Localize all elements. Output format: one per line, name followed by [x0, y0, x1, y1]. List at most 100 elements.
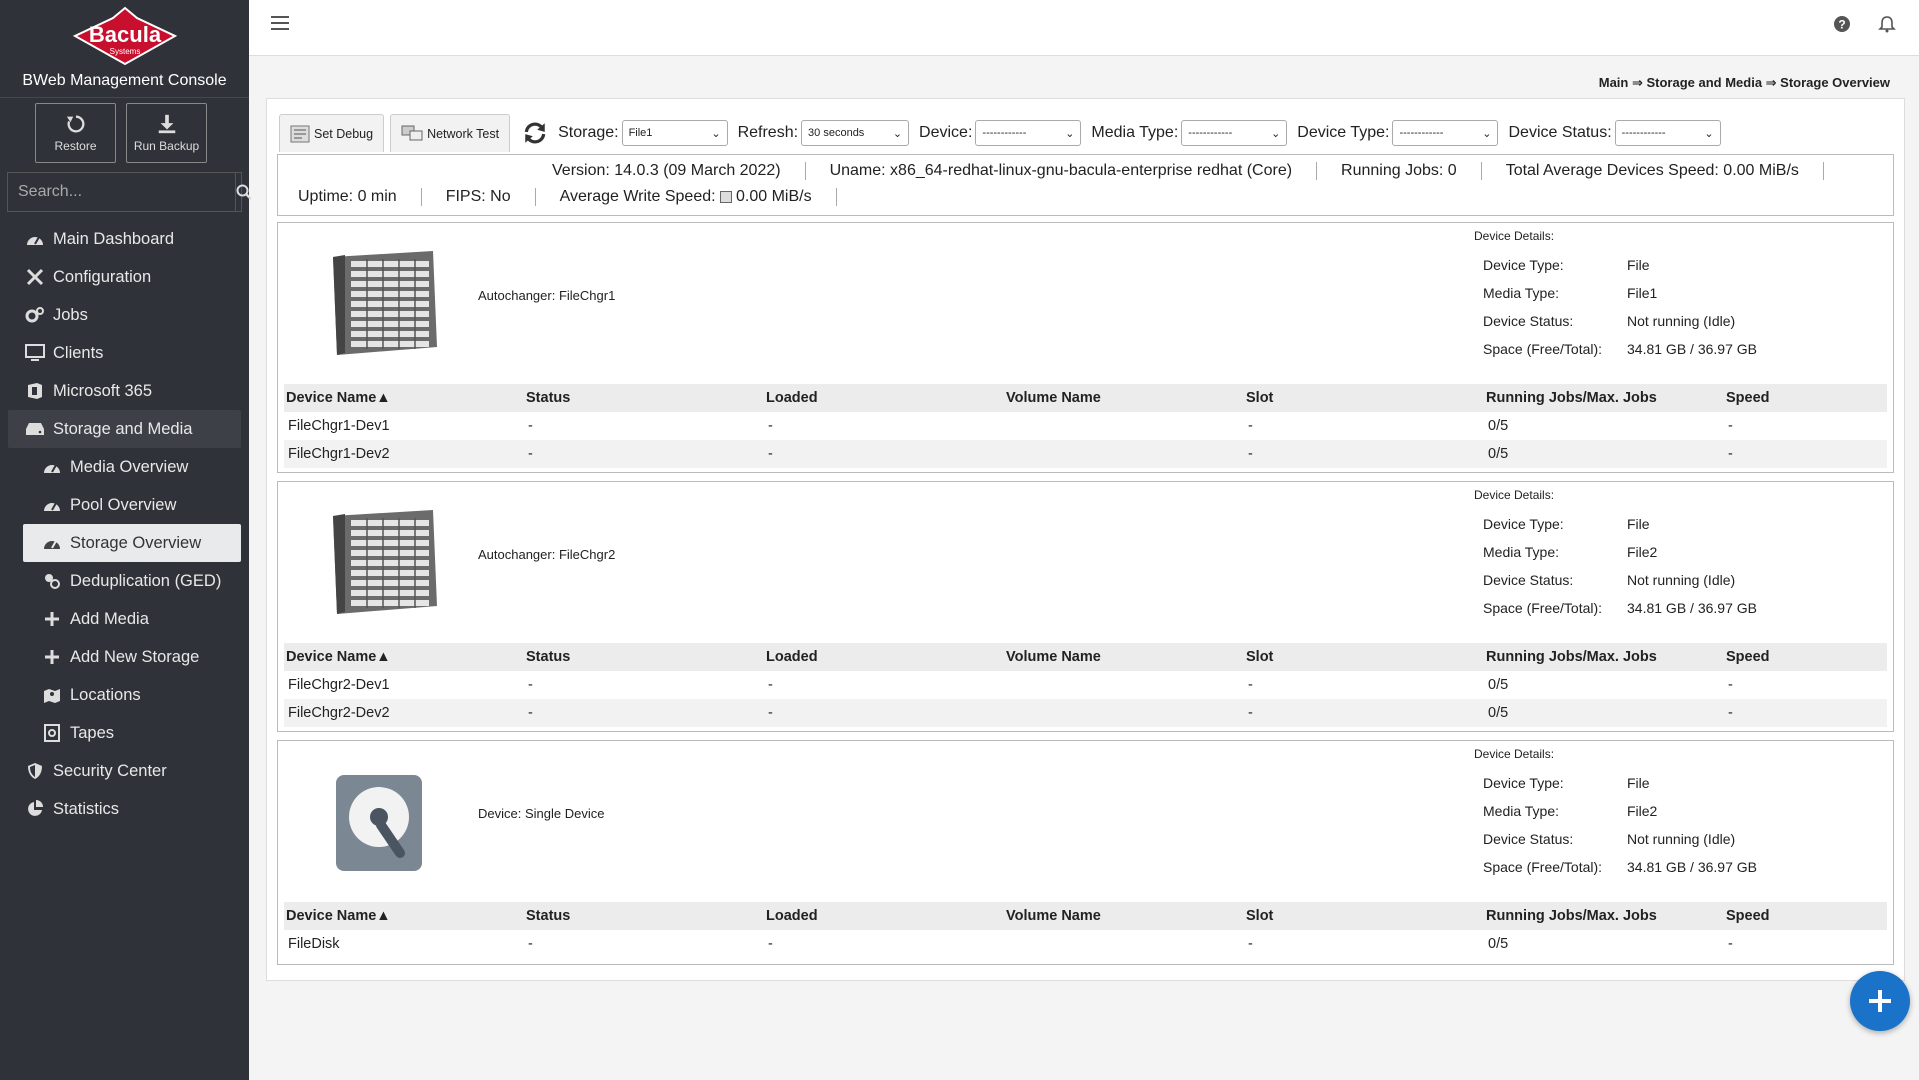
- device-jobs: 0/5: [1484, 699, 1724, 727]
- run-backup-button[interactable]: Run Backup: [126, 103, 207, 163]
- autochanger-icon: [333, 251, 437, 355]
- bell-icon[interactable]: [1877, 14, 1897, 34]
- network-icon: [401, 125, 423, 140]
- run-backup-label: Run Backup: [133, 139, 200, 153]
- chevron-down-icon: ⌄: [711, 127, 721, 140]
- device-volume: [1004, 671, 1244, 699]
- sidebar-item-pool-overview[interactable]: Pool Overview: [0, 486, 249, 524]
- add-fab-button[interactable]: [1850, 971, 1910, 1031]
- col-loaded[interactable]: Loaded: [764, 643, 1004, 671]
- top-bar: ?: [249, 0, 1919, 56]
- fips-text: FIPS: No: [422, 188, 536, 206]
- col-device-name[interactable]: Device Name▲: [284, 384, 524, 412]
- storage-select[interactable]: File1 ⌄: [621, 120, 728, 146]
- col-volume-name[interactable]: Volume Name: [1004, 902, 1244, 930]
- device-name[interactable]: FileChgr2-Dev1: [284, 671, 524, 699]
- col-slot[interactable]: Slot: [1244, 902, 1484, 930]
- col-volume-name[interactable]: Volume Name: [1004, 384, 1244, 412]
- sidebar-item-statistics[interactable]: Statistics: [0, 790, 249, 828]
- restore-label: Restore: [54, 139, 97, 153]
- col-slot[interactable]: Slot: [1244, 643, 1484, 671]
- table-row[interactable]: FileChgr1-Dev2 - - - 0/5 -: [284, 440, 1887, 468]
- col-device-name[interactable]: Device Name▲: [284, 902, 524, 930]
- sidebar-item-media-overview[interactable]: Media Overview: [0, 448, 249, 486]
- sidebar-item-jobs[interactable]: Jobs: [0, 296, 249, 334]
- col-speed[interactable]: Speed: [1724, 643, 1887, 671]
- sidebar-item-label: Configuration: [53, 267, 152, 286]
- device-select[interactable]: ------------ ⌄: [975, 120, 1082, 146]
- device-select-value: ------------: [982, 127, 1027, 139]
- download-icon: [158, 114, 175, 134]
- sidebar-item-label: Media Overview: [70, 457, 189, 476]
- device-loaded: -: [768, 936, 773, 952]
- sidebar-item-storage-overview[interactable]: Storage Overview: [23, 524, 241, 562]
- device-loaded: -: [768, 677, 773, 693]
- hard-disk-icon: [336, 775, 422, 871]
- device-loaded: -: [764, 699, 1004, 727]
- space-label: Space (Free/Total):: [1483, 341, 1603, 357]
- col-volume-name[interactable]: Volume Name: [1004, 643, 1244, 671]
- col-loaded[interactable]: Loaded: [764, 902, 1004, 930]
- restore-button[interactable]: Restore: [35, 103, 116, 163]
- sidebar-item-configuration[interactable]: Configuration: [0, 258, 249, 296]
- sidebar-item-tapes[interactable]: Tapes: [0, 714, 249, 752]
- sidebar-item-label: Security Center: [53, 761, 167, 780]
- device-slot: -: [1244, 699, 1484, 727]
- col-status[interactable]: Status: [524, 384, 764, 412]
- col-status[interactable]: Status: [524, 902, 764, 930]
- device-status-select[interactable]: ------------ ⌄: [1614, 120, 1721, 146]
- bacula-logo[interactable]: Bacula Systems: [65, 6, 185, 66]
- col-status[interactable]: Status: [524, 643, 764, 671]
- sidebar-item-add-media[interactable]: Add Media: [0, 600, 249, 638]
- col-running-jobs[interactable]: Running Jobs/Max. Jobs: [1484, 643, 1724, 671]
- space-label: Space (Free/Total):: [1483, 859, 1603, 875]
- breadcrumb: Main ⇒ Storage and Media ⇒ Storage Overv…: [1598, 75, 1890, 90]
- refresh-select[interactable]: 30 seconds ⌄: [801, 120, 910, 146]
- device-status: -: [524, 699, 764, 727]
- sidebar-item-locations[interactable]: Locations: [0, 676, 249, 714]
- sidebar-item-main-dashboard[interactable]: Main Dashboard: [0, 220, 249, 258]
- device-type-label: Device Type:: [1483, 516, 1564, 532]
- hamburger-menu-icon[interactable]: [271, 16, 289, 32]
- office-icon: [25, 381, 45, 401]
- search-input[interactable]: [8, 173, 235, 211]
- device-name[interactable]: FileChgr2-Dev2: [284, 699, 524, 727]
- device-name[interactable]: FileDisk: [284, 930, 524, 958]
- col-slot[interactable]: Slot: [1244, 384, 1484, 412]
- refresh-icon[interactable]: [522, 120, 548, 146]
- shield-icon: [25, 761, 45, 781]
- table-row[interactable]: FileChgr2-Dev2 - - - 0/5 -: [284, 699, 1887, 727]
- set-debug-button[interactable]: Set Debug: [279, 114, 385, 152]
- col-speed[interactable]: Speed: [1724, 384, 1887, 412]
- device-status: -: [528, 677, 533, 693]
- debug-icon: [290, 125, 310, 142]
- col-running-jobs[interactable]: Running Jobs/Max. Jobs: [1484, 384, 1724, 412]
- sidebar-item-add-new-storage[interactable]: Add New Storage: [0, 638, 249, 676]
- search-button[interactable]: [235, 173, 252, 211]
- sidebar-item-microsoft-365[interactable]: Microsoft 365: [0, 372, 249, 410]
- device-name[interactable]: FileChgr1-Dev1: [284, 412, 524, 440]
- device-table: Device Name▲ Status Loaded Volume Name S…: [284, 643, 1887, 727]
- device-name[interactable]: FileChgr1-Dev2: [284, 440, 524, 468]
- sidebar-item-deduplication[interactable]: Deduplication (GED): [0, 562, 249, 600]
- device-status-label: Device Status:: [1483, 572, 1574, 588]
- col-running-jobs[interactable]: Running Jobs/Max. Jobs: [1484, 902, 1724, 930]
- table-row[interactable]: FileChgr1-Dev1 - - - 0/5 -: [284, 412, 1887, 440]
- device-type-select[interactable]: ------------ ⌄: [1392, 120, 1499, 146]
- media-type-select[interactable]: ------------ ⌄: [1181, 120, 1288, 146]
- col-speed[interactable]: Speed: [1724, 902, 1887, 930]
- space-value: 34.81 GB / 36.97 GB: [1627, 341, 1757, 357]
- speed-graph-icon[interactable]: [720, 190, 733, 203]
- set-debug-label: Set Debug: [314, 126, 374, 141]
- table-row[interactable]: FileChgr2-Dev1 - - - 0/5 -: [284, 671, 1887, 699]
- table-row[interactable]: FileDisk - - - 0/5 -: [284, 930, 1887, 958]
- sidebar-item-clients[interactable]: Clients: [0, 334, 249, 372]
- col-device-name[interactable]: Device Name▲: [284, 643, 524, 671]
- sidebar-item-label: Microsoft 365: [53, 381, 153, 400]
- help-icon[interactable]: ?: [1832, 14, 1852, 34]
- network-test-button[interactable]: Network Test: [390, 114, 511, 152]
- sidebar-item-storage-and-media[interactable]: Storage and Media: [8, 410, 241, 448]
- col-loaded[interactable]: Loaded: [764, 384, 1004, 412]
- space-value: 34.81 GB / 36.97 GB: [1627, 600, 1757, 616]
- sidebar-item-security-center[interactable]: Security Center: [0, 752, 249, 790]
